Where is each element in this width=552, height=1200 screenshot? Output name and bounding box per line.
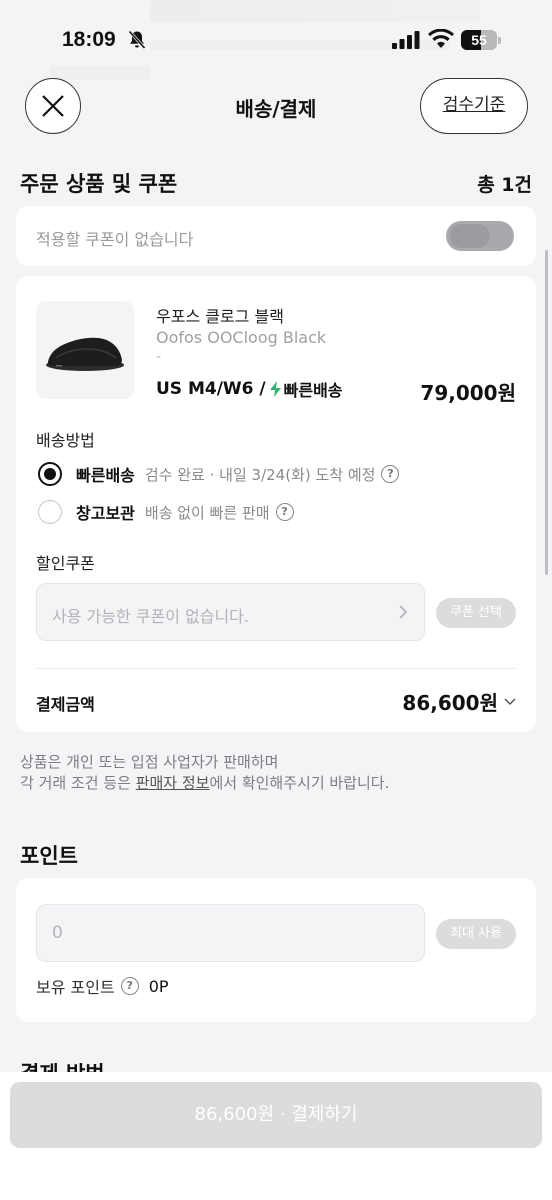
discount-coupon-label: 할인쿠폰 [36,554,95,573]
owned-points: 보유 포인트 ? 0P [36,974,169,998]
cellular-signal-icon [392,31,420,53]
battery-level: 55 [471,32,487,48]
total-amount[interactable]: 86,600원 [402,687,516,716]
delivery-option-desc: 배송 없이 빠른 판매 [144,503,270,522]
seller-notice: 상품은 개인 또는 입점 사업자가 판매하며 각 거래 조건 등은 판매자 정보… [20,752,389,794]
delivery-option-label: 창고보관 [76,504,135,523]
coupon-select-button[interactable]: 쿠폰 선택 [436,598,516,628]
product-sub: - [156,349,162,365]
points-section-title: 포인트 [20,844,78,868]
coupon-placeholder: 사용 가능한 쿠폰이 없습니다. [52,607,249,626]
divider [36,668,516,669]
status-time: 18:09 [62,28,116,51]
total-label: 결제금액 [36,695,95,714]
product-image[interactable] [36,301,134,399]
coupon-toggle-text: 적용할 쿠폰이 없습니다 [36,230,194,249]
chevron-right-icon [399,605,408,619]
coupon-toggle[interactable] [446,221,514,251]
product-name: 우포스 클로그 블랙 [156,307,284,326]
points-card: 0 최대 사용 보유 포인트 ? 0P [16,878,536,1022]
delivery-option-label: 빠른배송 [76,466,135,485]
coupon-toggle-card: 적용할 쿠폰이 없습니다 [16,206,536,266]
help-icon[interactable]: ? [275,503,294,521]
max-points-button[interactable]: 최대 사용 [436,919,516,949]
product-option: US M4/W6 / 빠른배송 [156,377,343,401]
order-card: 우포스 클로그 블랙 Oofos OOCloog Black - US M4/W… [16,276,536,732]
payment-method-title: 결제 방법 [20,1058,105,1072]
radio-selected-icon[interactable] [38,462,62,486]
help-icon[interactable]: ? [120,977,139,995]
battery-tip [498,37,501,44]
order-section-title: 주문 상품 및 쿠폰 [20,172,178,196]
notice-text: 에서 확인해주시기 바랍니다. [209,774,390,792]
total-value: 86,600원 [402,691,498,715]
chevron-down-icon [504,697,516,705]
notice-line2: 각 거래 조건 등은 판매자 정보에서 확인해주시기 바랍니다. [20,773,389,794]
delivery-method-label: 배송방법 [36,431,95,450]
scrollbar[interactable] [545,250,548,575]
notice-line1: 상품은 개인 또는 입점 사업자가 판매하며 [20,753,279,771]
delivery-option-fast[interactable]: 빠른배송 검수 완료 · 내일 3/24(화) 도착 예정 ? [38,462,400,486]
pay-button[interactable]: 86,600원 · 결제하기 [10,1082,542,1148]
product-name-english: Oofos OOCloog Black [156,328,327,347]
product-size: US M4/W6 / [156,379,266,399]
radio-unselected-icon[interactable] [38,500,62,524]
seller-info-link[interactable]: 판매자 정보 [136,774,210,792]
notice-text: 각 거래 조건 등은 [20,774,136,792]
delivery-option-warehouse[interactable]: 창고보관 배송 없이 빠른 판매 ? [38,500,294,524]
fast-delivery-tag: 빠른배송 [283,381,343,400]
order-count: 총 1건 [477,174,532,196]
owned-points-label: 보유 포인트 [36,978,115,997]
mute-bell-icon [128,30,146,54]
battery-icon: 55 [461,30,497,50]
points-input-value: 0 [52,923,63,943]
status-bar: 18:09 55 [0,0,552,80]
help-icon[interactable]: ? [381,465,400,483]
delivery-option-desc: 검수 완료 · 내일 3/24(화) 도착 예정 [144,465,376,484]
points-input[interactable]: 0 [36,904,425,962]
owned-points-value: 0P [148,976,169,996]
lightning-icon [269,381,281,397]
bottom-bar: 86,600원 · 결제하기 [0,1072,552,1200]
wifi-icon [428,28,454,53]
inspection-criteria-button[interactable]: 검수기준 [420,78,528,134]
coupon-select-field[interactable]: 사용 가능한 쿠폰이 없습니다. [36,583,425,641]
product-price: 79,000원 [420,381,516,405]
